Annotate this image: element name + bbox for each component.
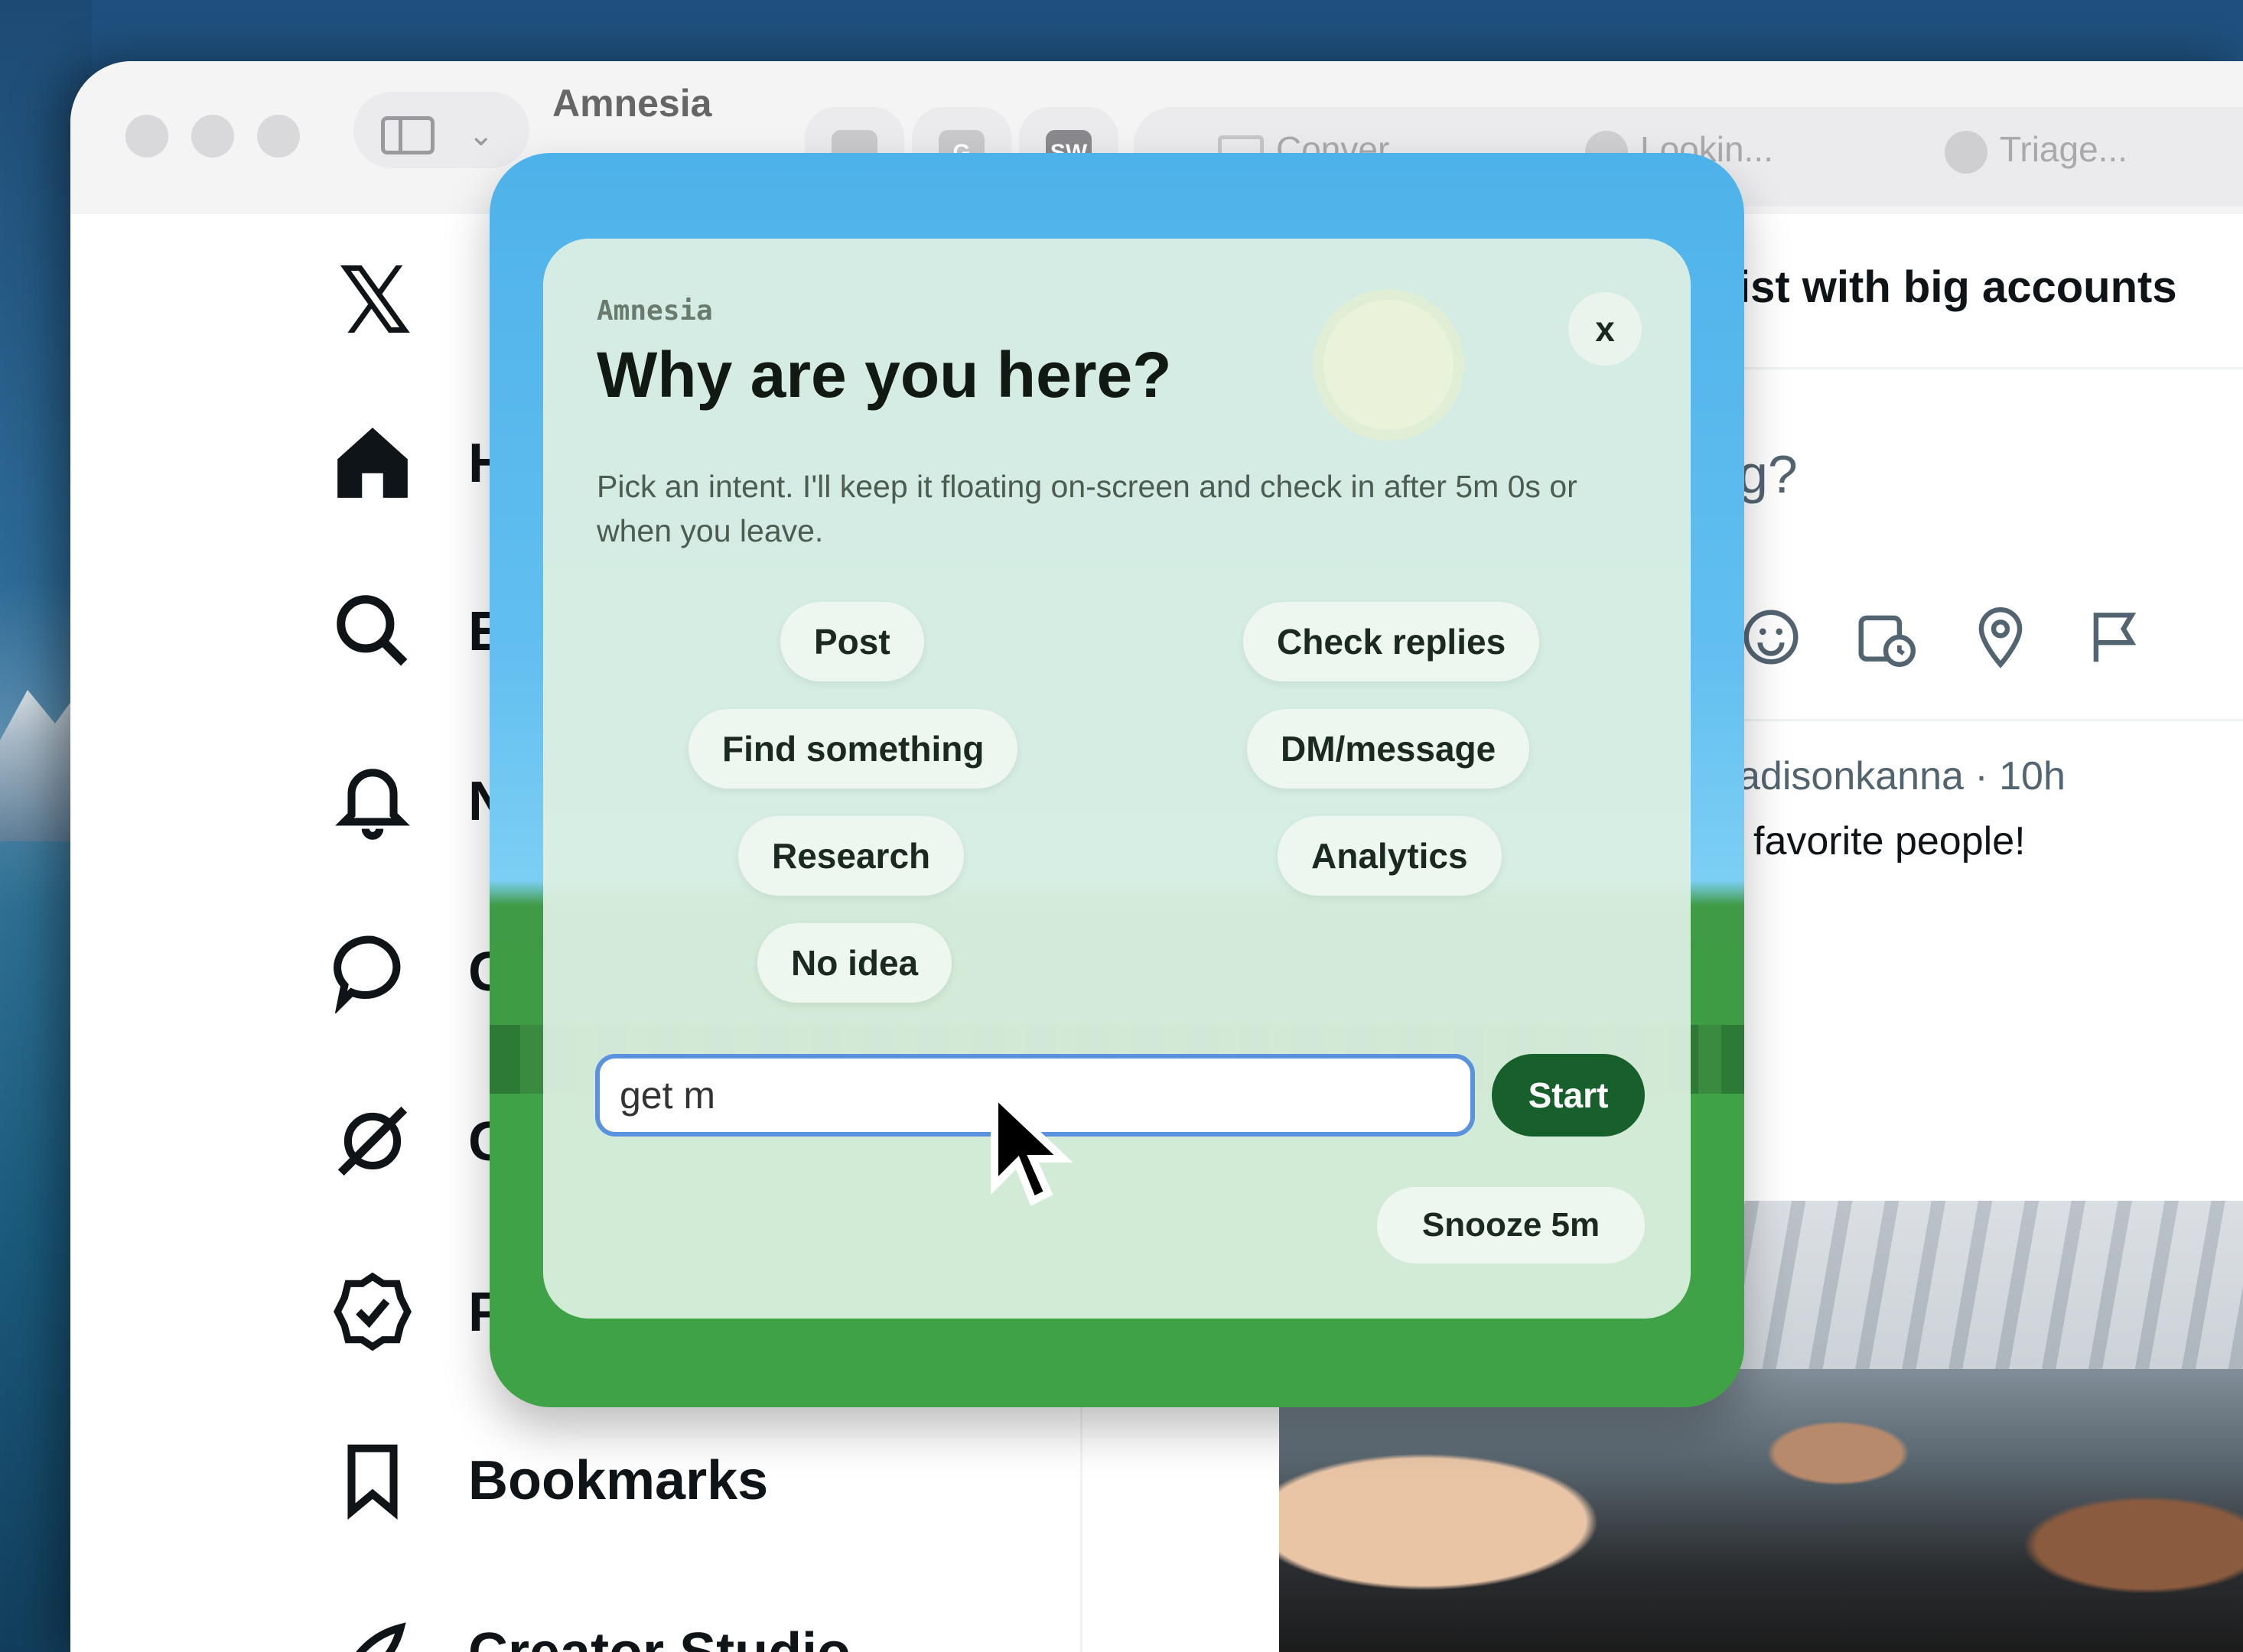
popup-description: Pick an intent. I'll keep it floating on… bbox=[597, 469, 1577, 548]
schedule-icon[interactable] bbox=[1853, 604, 1919, 670]
post-text: favorite people! bbox=[1753, 819, 2026, 863]
close-window-button[interactable] bbox=[125, 115, 168, 158]
close-button[interactable]: x bbox=[1568, 292, 1642, 366]
bookmark-icon[interactable] bbox=[330, 1438, 415, 1522]
tab-label: Triage... bbox=[2000, 129, 2128, 169]
intent-card: Amnesia Why are you here? x Pick an inte… bbox=[543, 239, 1691, 1319]
chat-icon[interactable] bbox=[330, 929, 415, 1013]
location-icon[interactable] bbox=[1968, 604, 2033, 670]
home-icon[interactable] bbox=[330, 421, 415, 505]
search-icon[interactable] bbox=[330, 589, 415, 673]
snooze-button[interactable]: Snooze 5m bbox=[1377, 1187, 1645, 1263]
sidebar-icon bbox=[381, 116, 435, 154]
sidebar-item-bookmarks[interactable]: Bookmarks bbox=[468, 1449, 768, 1512]
zoom-window-button[interactable] bbox=[257, 115, 300, 158]
amnesia-popup: Amnesia Why are you here? x Pick an inte… bbox=[490, 153, 1744, 1407]
intent-check-replies-button[interactable]: Check replies bbox=[1243, 602, 1540, 681]
intent-research-button[interactable]: Research bbox=[738, 816, 965, 896]
x-logo[interactable]: 𝕏 bbox=[338, 249, 412, 355]
intent-post-button[interactable]: Post bbox=[780, 602, 924, 681]
mouse-cursor-icon bbox=[991, 1086, 1073, 1206]
verified-icon[interactable] bbox=[330, 1270, 415, 1354]
rocket-icon[interactable] bbox=[330, 1614, 415, 1652]
grok-icon[interactable] bbox=[330, 1099, 415, 1183]
brand-label: Amnesia bbox=[597, 295, 713, 327]
timeline-header[interactable]: ist with big accounts bbox=[1738, 262, 2177, 313]
bell-icon[interactable] bbox=[330, 759, 415, 843]
chevron-down-icon: ⌄ bbox=[468, 119, 494, 152]
intent-dm-message-button[interactable]: DM/message bbox=[1247, 709, 1530, 789]
openai-icon bbox=[1945, 130, 1987, 174]
post-meta[interactable]: adisonkanna · 10h bbox=[1738, 753, 2066, 799]
start-button[interactable]: Start bbox=[1492, 1054, 1645, 1137]
intent-no-idea-button[interactable]: No idea bbox=[757, 923, 952, 1003]
sidebar-item-creator-studio[interactable]: Creator Studio bbox=[468, 1621, 851, 1652]
compose-placeholder[interactable]: g? bbox=[1738, 444, 1798, 505]
minimize-window-button[interactable] bbox=[191, 115, 234, 158]
app-title: Amnesia bbox=[552, 82, 712, 125]
intent-find-something-button[interactable]: Find something bbox=[689, 709, 1018, 789]
popup-title: Why are you here? bbox=[597, 339, 1172, 411]
tab-triage[interactable]: Triage... bbox=[1945, 128, 2127, 182]
sun-decoration bbox=[1323, 300, 1454, 430]
intent-analytics-button[interactable]: Analytics bbox=[1278, 816, 1502, 896]
flag-icon[interactable] bbox=[2082, 604, 2148, 670]
emoji-icon[interactable] bbox=[1738, 604, 1804, 670]
sidebar-toggle-button[interactable]: ⌄ bbox=[353, 92, 529, 168]
